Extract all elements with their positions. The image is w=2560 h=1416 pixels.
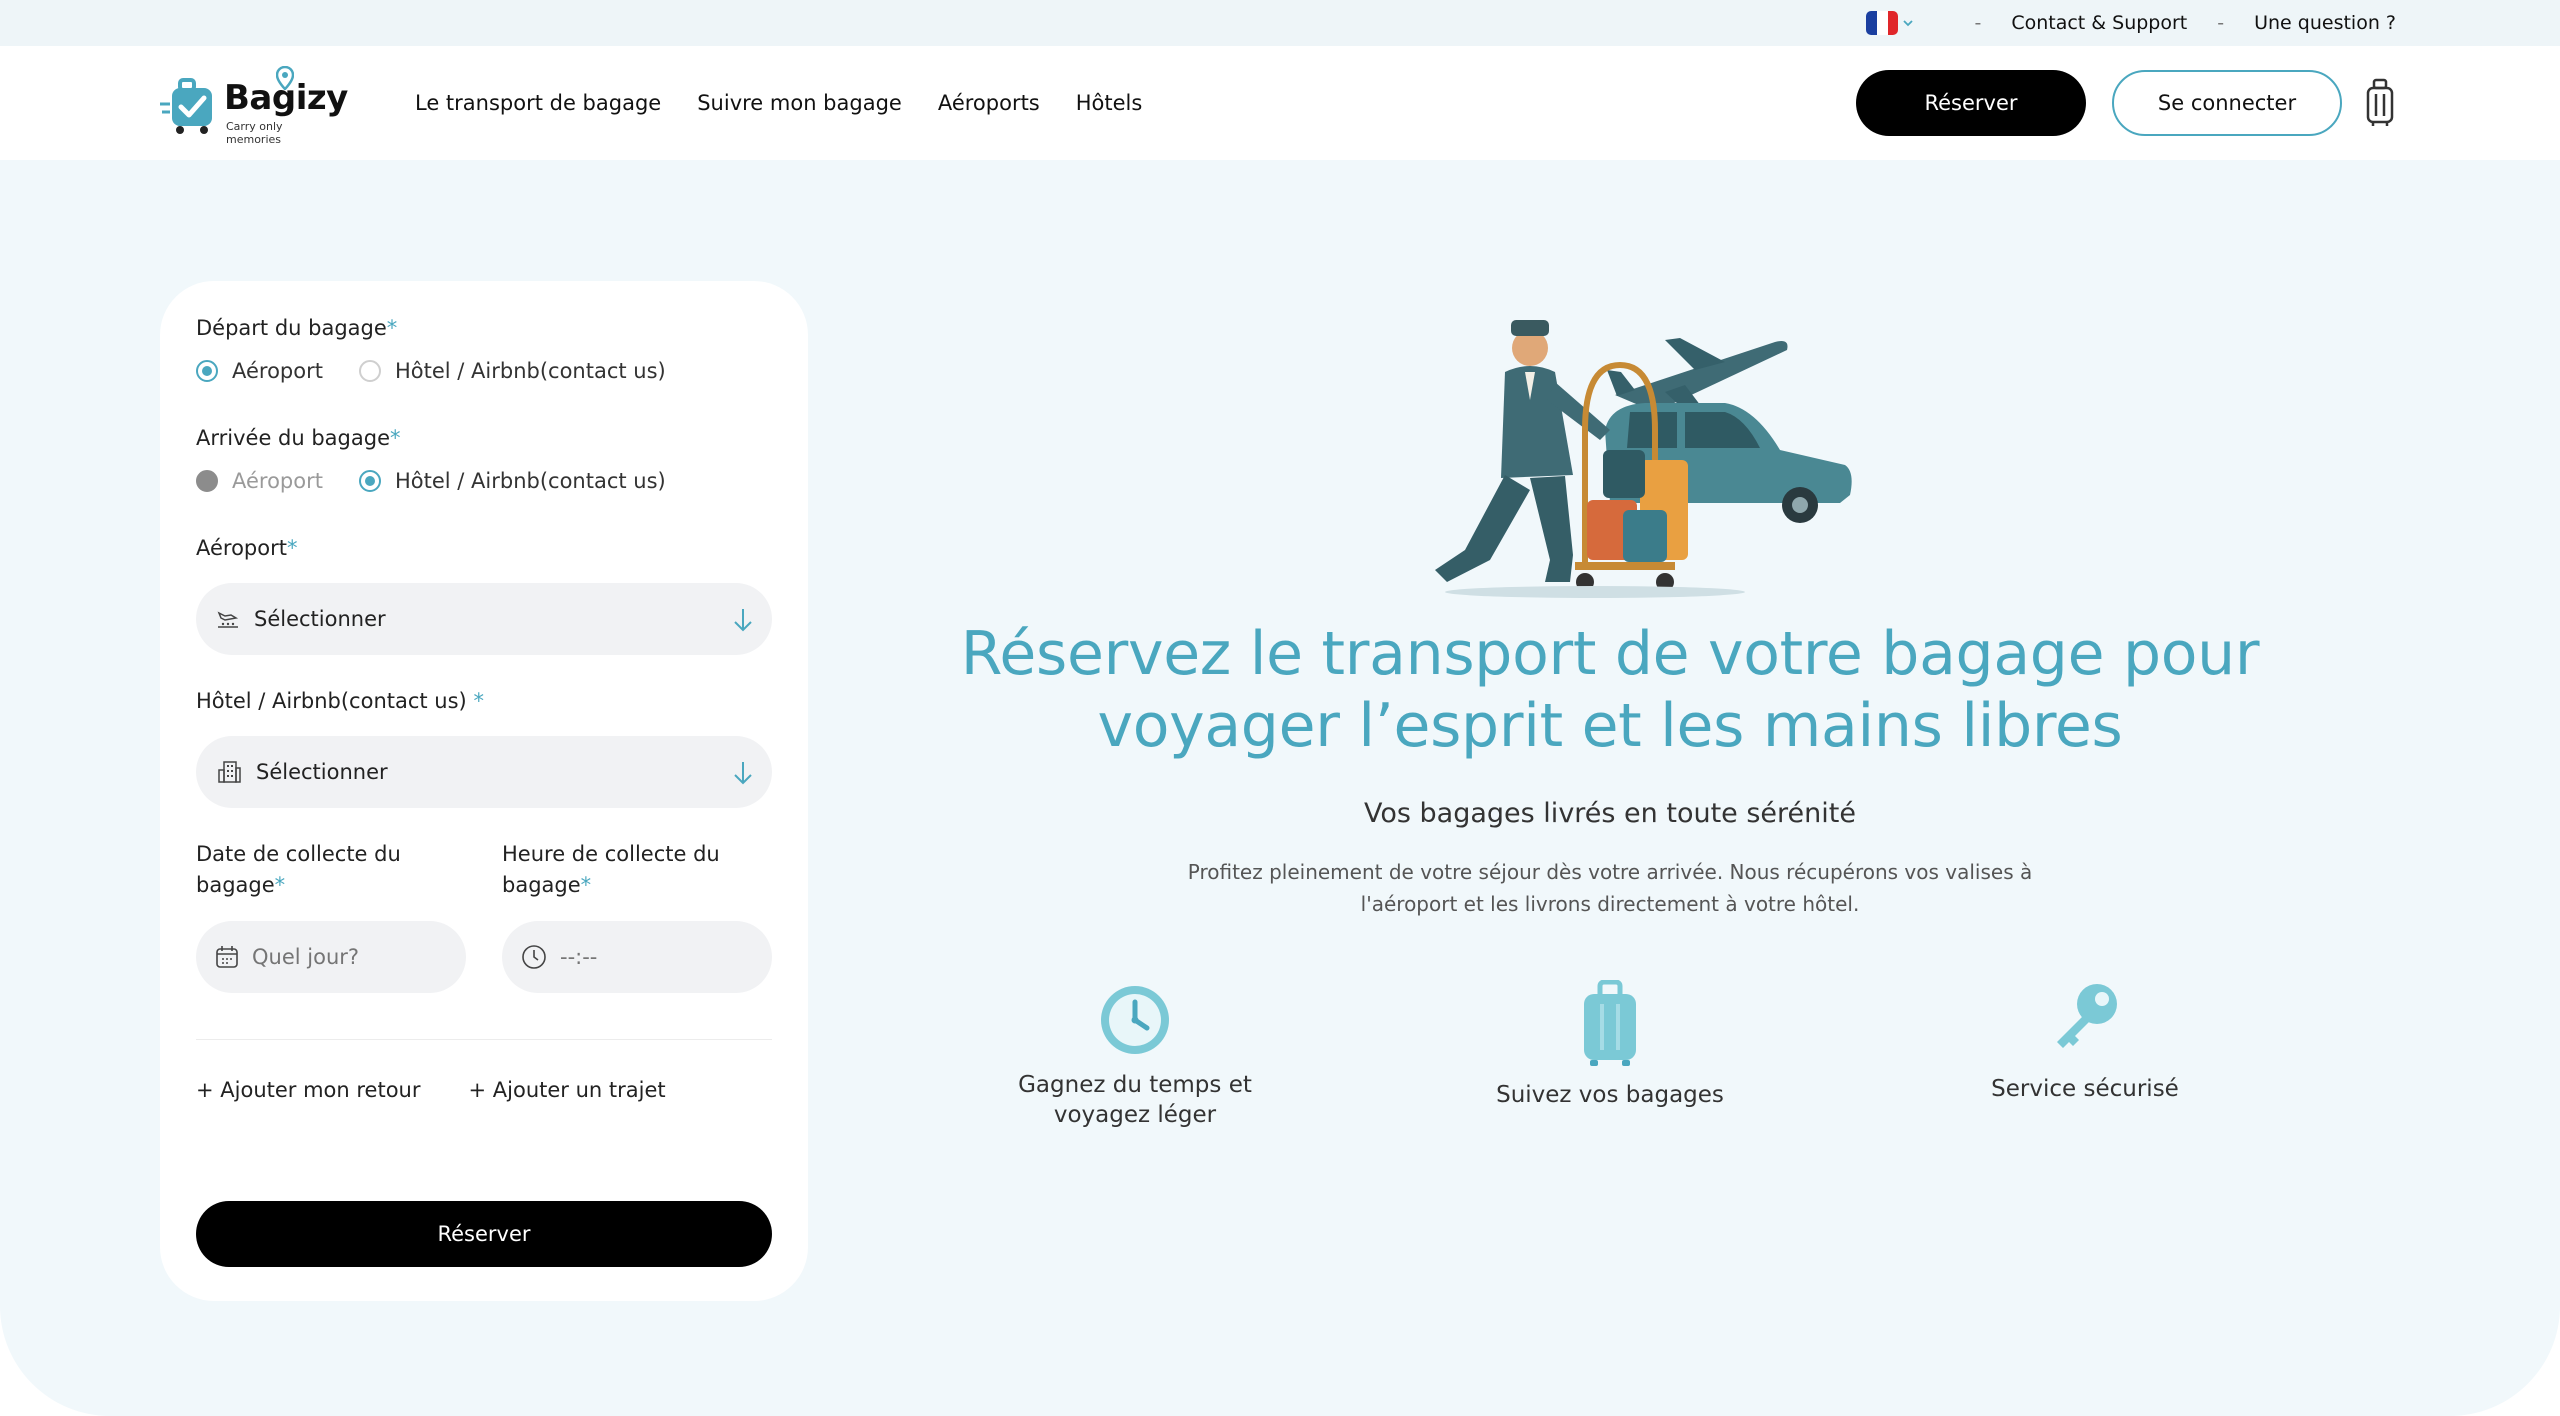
- login-button[interactable]: Se connecter: [2112, 70, 2342, 136]
- departure-label: Départ du bagage*: [196, 316, 398, 340]
- key-icon: [2057, 984, 2117, 1048]
- radio-disabled: [196, 470, 218, 492]
- time-label: Heure de collecte du bagage*: [502, 842, 720, 897]
- feature-track-luggage: Suivez vos bagages: [1460, 980, 1760, 1110]
- departure-hotel-option[interactable]: Hôtel / Airbnb(contact us): [358, 359, 666, 383]
- arrow-down-icon: [734, 609, 752, 632]
- form-divider: [196, 1039, 772, 1040]
- date-input[interactable]: [252, 945, 452, 969]
- hero-description: Profitez pleinement de votre séjour dès …: [1187, 860, 2033, 916]
- hotel-label: Hôtel / Airbnb(contact us) *: [196, 689, 484, 713]
- departure-radio-group: Aéroport Hôtel / Airbnb(contact us): [196, 359, 702, 383]
- feature-secure-service: Service sécurisé: [1935, 980, 2235, 1104]
- arrival-label: Arrivée du bagage*: [196, 426, 401, 450]
- nav-item-airports[interactable]: Aéroports: [938, 91, 1040, 115]
- airport-label: Aéroport*: [196, 536, 298, 560]
- departure-airport-option[interactable]: Aéroport: [196, 359, 323, 383]
- nav-item-hotels[interactable]: Hôtels: [1076, 91, 1143, 115]
- contact-support-link[interactable]: Contact & Support: [2011, 12, 2187, 34]
- reserve-button[interactable]: Réserver: [1856, 70, 2086, 136]
- nav-item-tracking[interactable]: Suivre mon bagage: [697, 91, 902, 115]
- date-label: Date de collecte du bagage*: [196, 842, 401, 897]
- arrow-down-icon: [734, 762, 752, 785]
- add-return-link[interactable]: + Ajouter mon retour: [196, 1078, 421, 1102]
- time-input[interactable]: [560, 945, 760, 969]
- logo-text: Bagizy: [224, 78, 348, 118]
- booking-form: Départ du bagage* Aéroport Hôtel / Airbn…: [160, 281, 808, 1301]
- separator: -: [2217, 12, 2225, 34]
- luggage-logo-icon: [160, 78, 212, 134]
- porter-luggage-illustration: [1435, 320, 1852, 598]
- radio-checked[interactable]: [358, 470, 381, 492]
- suitcase-cart-icon[interactable]: [2364, 78, 2396, 128]
- top-bar: - Contact & Support - Une question ?: [0, 0, 2560, 46]
- add-trip-link[interactable]: + Ajouter un trajet: [469, 1078, 666, 1102]
- suitcase-icon: [1584, 980, 1636, 1066]
- nav-item-transport[interactable]: Le transport de bagage: [415, 91, 661, 115]
- hero-title: Réservez le transport de votre bagage po…: [960, 619, 2260, 761]
- add-links: + Ajouter mon retour + Ajouter un trajet: [196, 1078, 666, 1102]
- hero-subtitle: Vos bagages livrés en toute sérénité: [1364, 798, 1856, 829]
- logo[interactable]: Bagizy Carry only memories: [158, 66, 348, 146]
- time-input-wrapper: [502, 921, 772, 993]
- logo-tagline: Carry only memories: [226, 120, 283, 146]
- hotel-select[interactable]: Sélectionner: [196, 736, 772, 808]
- hero-section: Départ du bagage* Aéroport Hôtel / Airbn…: [0, 160, 2560, 1416]
- hotel-select-value: Sélectionner: [256, 760, 388, 784]
- submit-reserve-button[interactable]: Réserver: [196, 1201, 772, 1267]
- clock-icon: [522, 945, 546, 969]
- arrival-airport-option: Aéroport: [196, 469, 323, 493]
- arrival-radio-group: Aéroport Hôtel / Airbnb(contact us): [196, 469, 702, 493]
- header: Bagizy Carry only memories Le transport …: [0, 46, 2560, 160]
- airport-select-value: Sélectionner: [254, 607, 386, 631]
- question-link[interactable]: Une question ?: [2254, 12, 2396, 34]
- calendar-icon: [216, 946, 238, 968]
- building-icon: [218, 761, 241, 783]
- separator: -: [1974, 12, 1982, 34]
- airplane-landing-icon: [217, 611, 239, 628]
- french-flag-icon: [1866, 11, 1899, 35]
- main-nav: Le transport de bagage Suivre mon bagage…: [415, 46, 1142, 160]
- feature-save-time: Gagnez du temps et voyagez léger: [985, 980, 1285, 1130]
- airport-select[interactable]: Sélectionner: [196, 583, 772, 655]
- arrival-hotel-option[interactable]: Hôtel / Airbnb(contact us): [358, 469, 666, 493]
- radio-checked[interactable]: [196, 360, 218, 382]
- language-selector[interactable]: [1866, 11, 1914, 35]
- radio-unchecked[interactable]: [358, 360, 381, 382]
- chevron-down-icon: [1903, 20, 1914, 27]
- date-input-wrapper: [196, 921, 466, 993]
- clock-icon: [1101, 986, 1169, 1054]
